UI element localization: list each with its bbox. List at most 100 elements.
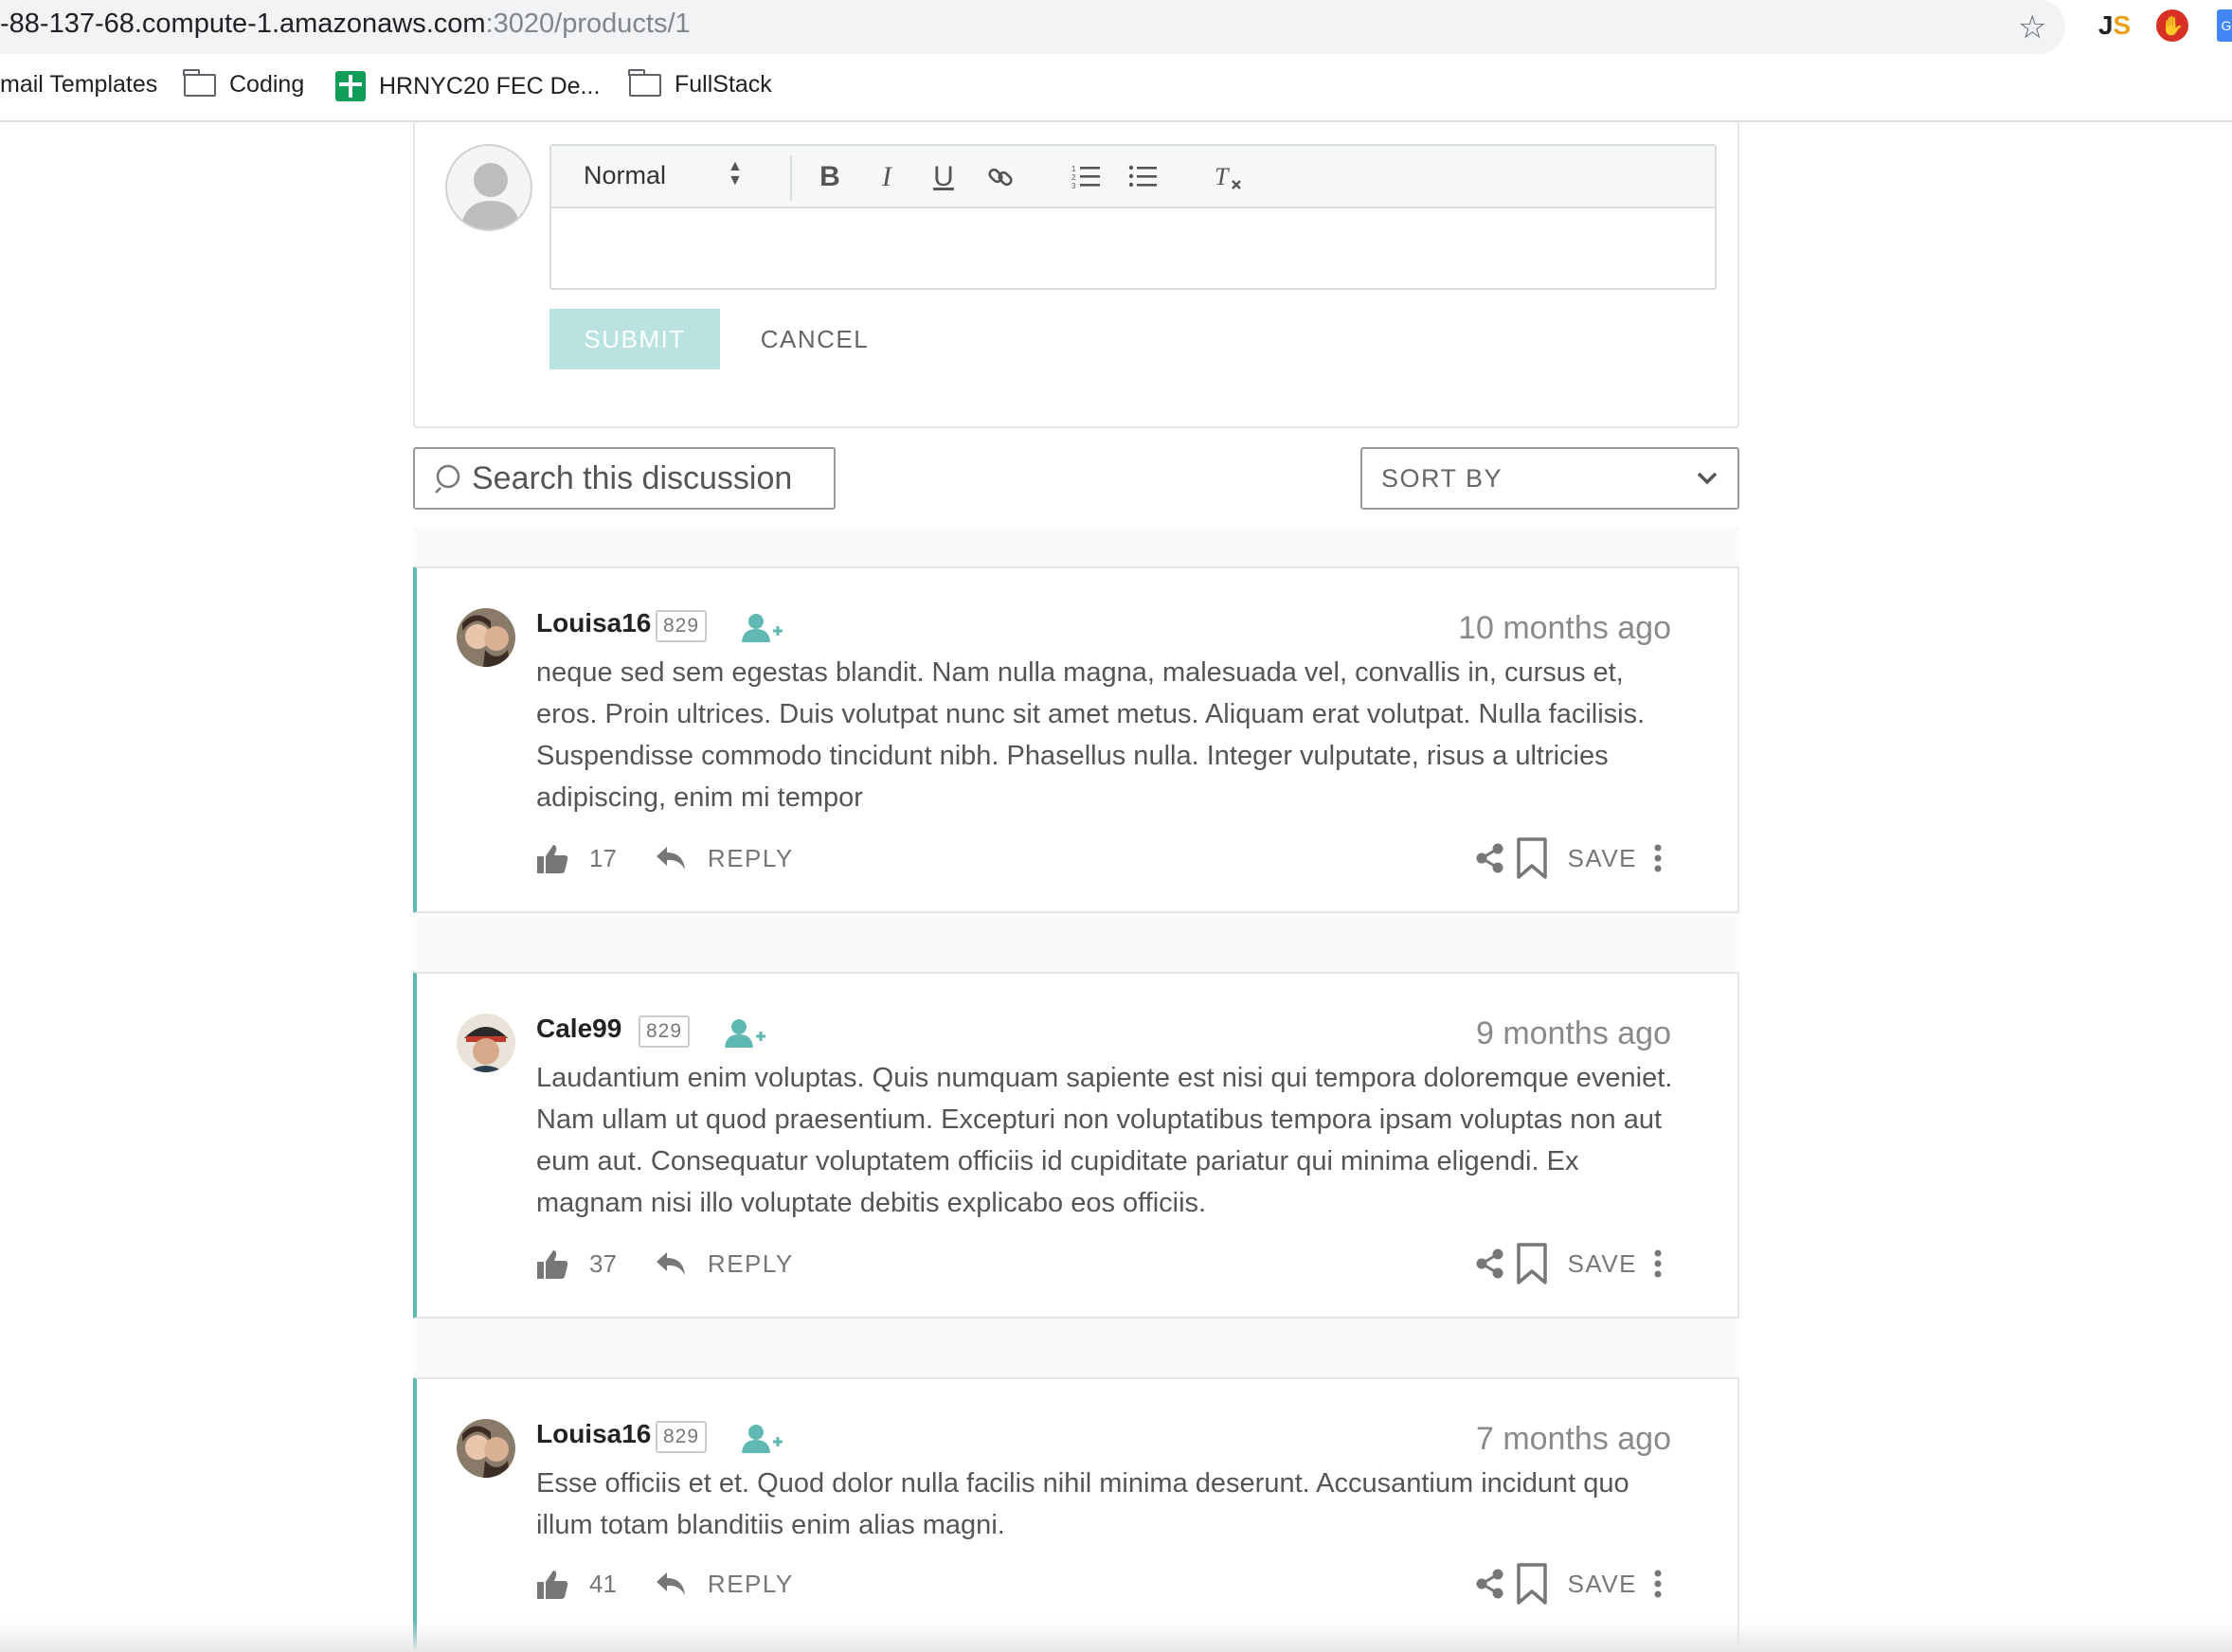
select-arrows-icon[interactable]: ▲ ▼ — [728, 159, 743, 189]
svg-text:T: T — [1215, 163, 1230, 190]
comment-actions: 37 REPLY — [536, 1245, 794, 1283]
bookmark-label: mail Templates — [0, 71, 158, 98]
comment-actions: 41 REPLY — [536, 1565, 794, 1603]
reply-button[interactable]: REPLY — [708, 1249, 794, 1279]
comment-timestamp: 9 months ago — [1475, 1015, 1671, 1051]
avatar-image — [457, 1014, 515, 1072]
bookmark-icon[interactable] — [1515, 1563, 1549, 1605]
comment-username[interactable]: Cale99 — [536, 1014, 621, 1044]
comment-body: Esse officiis et et. Quod dolor nulla fa… — [536, 1468, 1629, 1540]
bookmark-mail-templates[interactable]: mail Templates — [0, 71, 157, 99]
share-icon[interactable] — [1475, 1248, 1505, 1280]
bookmark-coding[interactable]: Coding — [183, 68, 305, 99]
ordered-list-icon: 1 2 3 — [1071, 165, 1100, 190]
save-button[interactable]: SAVE — [1568, 1570, 1637, 1599]
svg-text:1: 1 — [1071, 165, 1076, 173]
bookmark-star-icon[interactable]: ☆ — [2018, 9, 2046, 46]
js-extension-icon[interactable]: JS — [2096, 9, 2133, 42]
vote-count: 41 — [589, 1569, 617, 1598]
save-button[interactable]: SAVE — [1568, 1249, 1637, 1279]
comment-tools: SAVE — [1475, 1241, 1662, 1286]
reply-button[interactable]: REPLY — [708, 844, 794, 873]
avatar[interactable] — [457, 1419, 515, 1478]
bookmark-label: Coding — [229, 71, 305, 98]
share-icon[interactable] — [1475, 842, 1505, 874]
person-silhouette-icon — [460, 163, 521, 229]
thumbs-up-icon[interactable] — [536, 1248, 568, 1280]
url-field[interactable]: -88-137-68.compute-1.amazonaws.com:3020/… — [0, 0, 2065, 54]
bookmark-fullstack[interactable]: FullStack — [628, 68, 772, 99]
search-input[interactable]: Search this discussion — [413, 447, 836, 510]
bullet-list-button[interactable] — [1124, 157, 1161, 197]
italic-button[interactable]: I — [868, 157, 906, 197]
comment-timestamp: 7 months ago — [1475, 1421, 1671, 1457]
clear-format-icon: T — [1215, 163, 1241, 190]
reputation-badge: 829 — [639, 1015, 691, 1048]
thumbs-up-icon[interactable] — [536, 1568, 568, 1600]
sort-dropdown[interactable]: SORT BY — [1360, 447, 1739, 510]
comment-textarea[interactable] — [549, 208, 1717, 290]
reputation-badge: 829 — [656, 610, 708, 642]
follow-user-icon[interactable] — [739, 612, 784, 644]
url-text: -88-137-68.compute-1.amazonaws.com:3020/… — [0, 9, 691, 40]
comment-tools: SAVE — [1475, 1561, 1662, 1607]
link-icon — [988, 168, 1013, 187]
avatar[interactable] — [457, 608, 515, 667]
toolbar-divider — [790, 155, 792, 201]
link-button[interactable] — [981, 157, 1019, 197]
ordered-list-button[interactable]: 1 2 3 — [1067, 157, 1105, 197]
thumbs-up-icon[interactable] — [536, 842, 568, 874]
vote-count: 37 — [589, 1248, 617, 1278]
comment-actions: 17 REPLY — [536, 839, 794, 877]
clear-format-button[interactable]: T — [1209, 157, 1247, 197]
save-button[interactable]: SAVE — [1568, 844, 1637, 873]
google-extension-icon[interactable]: G — [2217, 9, 2232, 42]
svg-text:3: 3 — [1071, 182, 1076, 190]
url-path: :3020/products/1 — [485, 9, 691, 39]
underline-button[interactable]: U — [925, 157, 963, 197]
comment-item: Cale99 829 9 months ago Laudantium enim … — [413, 972, 1739, 1319]
comment-body: Laudantium enim voluptas. Quis numquam s… — [536, 1063, 1673, 1218]
bookmark-icon[interactable] — [1515, 1243, 1549, 1284]
sort-label: SORT BY — [1381, 463, 1503, 493]
comment-item: Louisa16 829 10 months ago neque sed sem… — [413, 566, 1739, 913]
comment-username[interactable]: Louisa16 — [536, 608, 651, 638]
bookmark-label: HRNYC20 FEC De... — [379, 72, 601, 99]
vote-count: 17 — [589, 843, 617, 872]
bookmark-icon[interactable] — [1515, 837, 1549, 879]
comment-item: Louisa16 829 7 months ago Esse officiis … — [413, 1377, 1739, 1652]
reply-icon[interactable] — [655, 845, 687, 871]
window-bottom-shadow — [0, 1620, 2232, 1652]
bookmark-label: FullStack — [675, 71, 772, 98]
more-options-icon[interactable] — [1654, 844, 1662, 872]
avatar[interactable] — [457, 1014, 515, 1072]
follow-user-icon[interactable] — [739, 1423, 784, 1455]
avatar-image — [457, 1419, 515, 1478]
comment-tools: SAVE — [1475, 835, 1662, 881]
more-options-icon[interactable] — [1654, 1570, 1662, 1598]
svg-text:2: 2 — [1071, 173, 1076, 182]
reply-icon[interactable] — [655, 1571, 687, 1597]
address-bar[interactable]: -88-137-68.compute-1.amazonaws.com:3020/… — [0, 0, 2232, 54]
comment-username[interactable]: Louisa16 — [536, 1419, 651, 1449]
share-icon[interactable] — [1475, 1568, 1505, 1600]
submit-button[interactable]: SUBMIT — [549, 309, 720, 369]
follow-user-icon[interactable] — [722, 1017, 767, 1050]
search-icon — [435, 464, 460, 494]
format-select[interactable]: Normal — [584, 161, 666, 190]
reputation-badge: 829 — [656, 1421, 708, 1453]
avatar-image — [457, 608, 515, 667]
sheets-icon — [335, 71, 366, 101]
reply-button[interactable]: REPLY — [708, 1570, 794, 1599]
bookmark-hrnyc20[interactable]: HRNYC20 FEC De... — [335, 71, 600, 101]
search-placeholder: Search this discussion — [472, 459, 793, 496]
more-options-icon[interactable] — [1654, 1249, 1662, 1278]
cancel-button[interactable]: CANCEL — [748, 309, 881, 369]
folder-icon — [628, 68, 661, 97]
comment-timestamp: 10 months ago — [1458, 610, 1671, 646]
comment-editor: Normal ▲ ▼ B I U 1 2 3 T SUBMIT CANCEL — [413, 121, 1739, 428]
bullet-list-icon — [1128, 165, 1157, 188]
adblock-extension-icon[interactable]: ✋ — [2156, 9, 2188, 42]
reply-icon[interactable] — [655, 1250, 687, 1277]
bold-button[interactable]: B — [811, 157, 849, 197]
